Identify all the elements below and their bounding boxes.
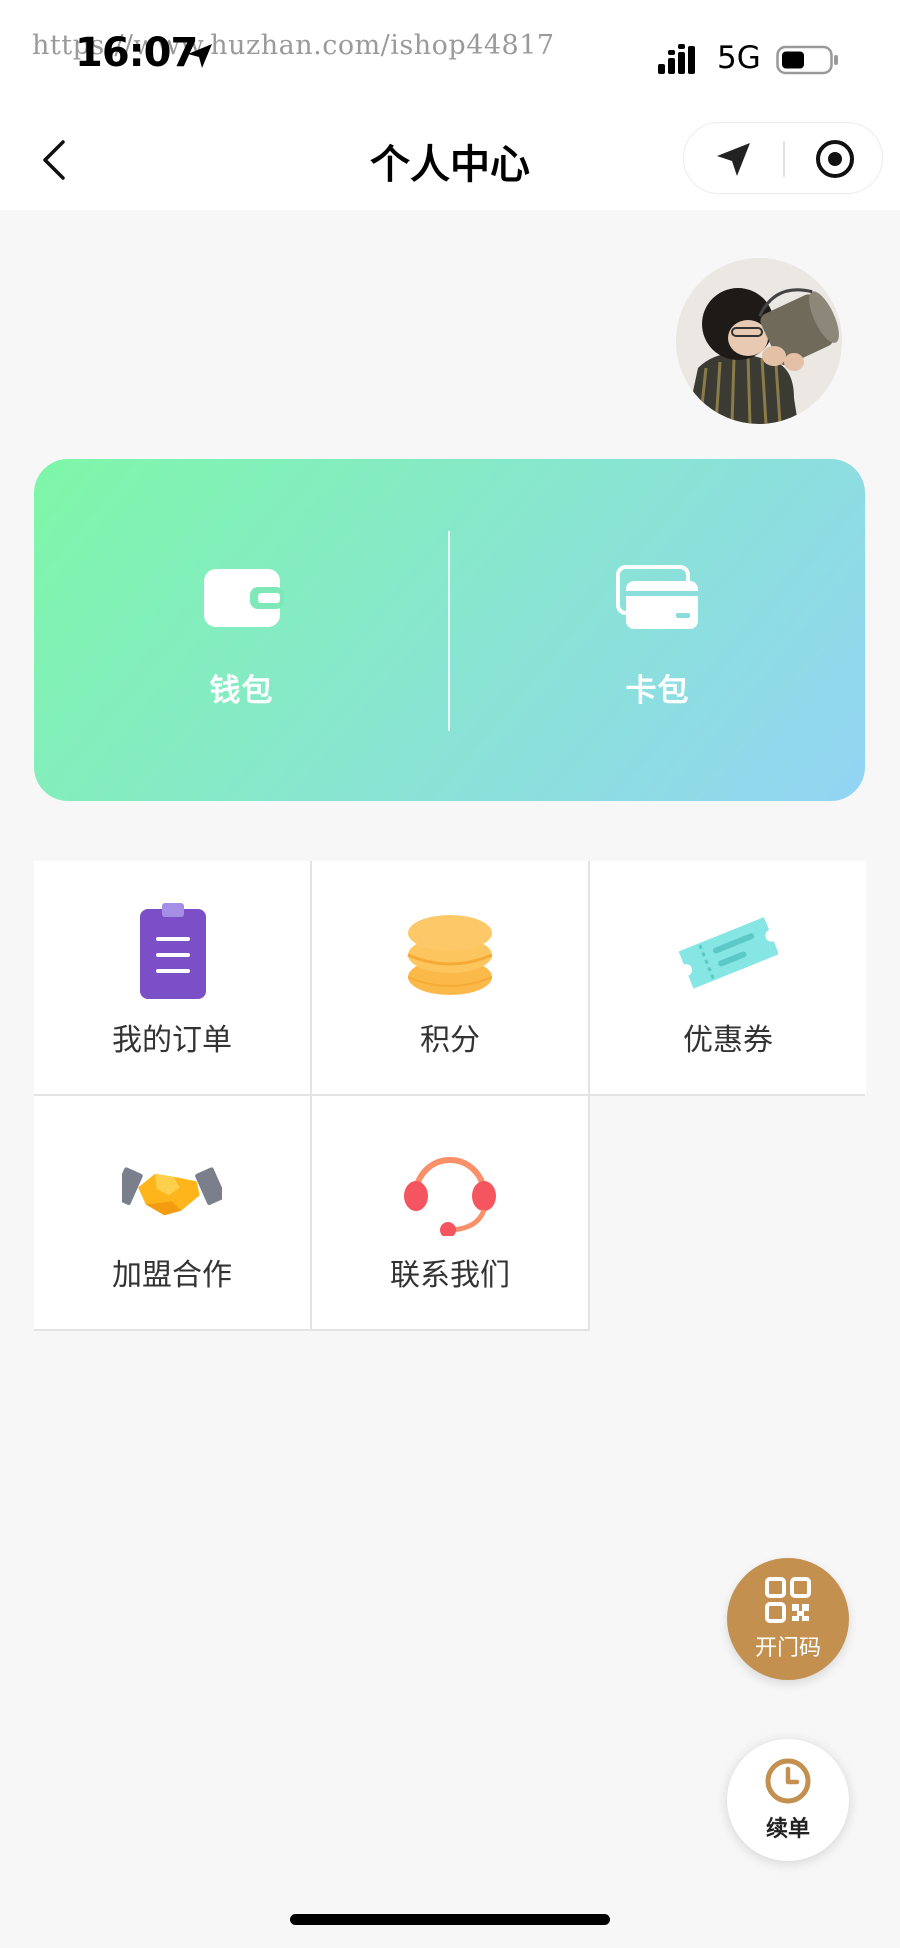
menu-item-orders[interactable]: 我的订单 <box>34 861 310 1094</box>
wallet-icon <box>204 569 284 627</box>
card-pack-button[interactable]: 卡包 <box>450 459 865 801</box>
menu-grid: 我的订单 积分 优惠券 加盟合作 联系我们 <box>34 861 866 1331</box>
menu-item-franchise[interactable]: 加盟合作 <box>34 1096 310 1329</box>
order-clipboard-icon <box>140 903 206 999</box>
menu-item-coupons[interactable]: 优惠券 <box>590 861 866 1094</box>
coins-icon <box>407 915 493 995</box>
back-button[interactable] <box>28 134 80 186</box>
status-bar: https://www.huzhan.com/ishop44817 16:07 … <box>0 0 900 110</box>
signal-icon <box>658 44 695 74</box>
menu-item-label: 优惠券 <box>683 1023 773 1058</box>
headset-icon <box>404 1157 496 1236</box>
close-miniprogram-button[interactable] <box>785 123 884 195</box>
target-icon <box>815 140 854 178</box>
wallet-button[interactable]: 钱包 <box>34 459 449 801</box>
renew-order-button[interactable]: 续单 <box>727 1739 849 1861</box>
status-time: 16:07 <box>75 30 198 76</box>
share-location-button[interactable] <box>684 123 783 195</box>
page-title: 个人中心 <box>370 142 530 188</box>
avatar[interactable] <box>676 258 842 424</box>
network-type: 5G <box>717 40 761 76</box>
battery-icon <box>776 45 838 75</box>
navigation-arrow-icon <box>716 143 750 176</box>
miniprogram-capsule <box>683 122 883 194</box>
renew-order-label: 续单 <box>765 1817 810 1842</box>
home-indicator <box>290 1914 610 1925</box>
menu-item-points[interactable]: 积分 <box>312 861 588 1094</box>
card-icon <box>616 565 698 629</box>
nav-bar: 个人中心 <box>0 110 900 210</box>
menu-item-label: 我的订单 <box>112 1023 232 1058</box>
qrcode-icon <box>765 1577 811 1623</box>
menu-item-label: 加盟合作 <box>112 1258 232 1293</box>
grid-divider <box>588 861 590 1331</box>
handshake-icon <box>122 1167 222 1216</box>
avatar-photo <box>676 258 842 424</box>
clock-icon <box>765 1758 811 1804</box>
card-pack-label: 卡包 <box>625 673 690 709</box>
menu-item-label: 积分 <box>420 1023 480 1058</box>
open-door-code-label: 开门码 <box>754 1636 821 1661</box>
menu-item-contact[interactable]: 联系我们 <box>312 1096 588 1329</box>
open-door-code-button[interactable]: 开门码 <box>727 1558 849 1680</box>
location-arrow-icon <box>188 44 212 68</box>
grid-divider <box>34 1094 865 1096</box>
wallet-card: 钱包 卡包 <box>34 459 865 801</box>
wallet-label: 钱包 <box>209 673 274 709</box>
coupon-icon <box>678 917 778 989</box>
chevron-left-icon <box>43 140 65 180</box>
grid-divider <box>310 861 312 1331</box>
menu-item-label: 联系我们 <box>390 1258 510 1293</box>
